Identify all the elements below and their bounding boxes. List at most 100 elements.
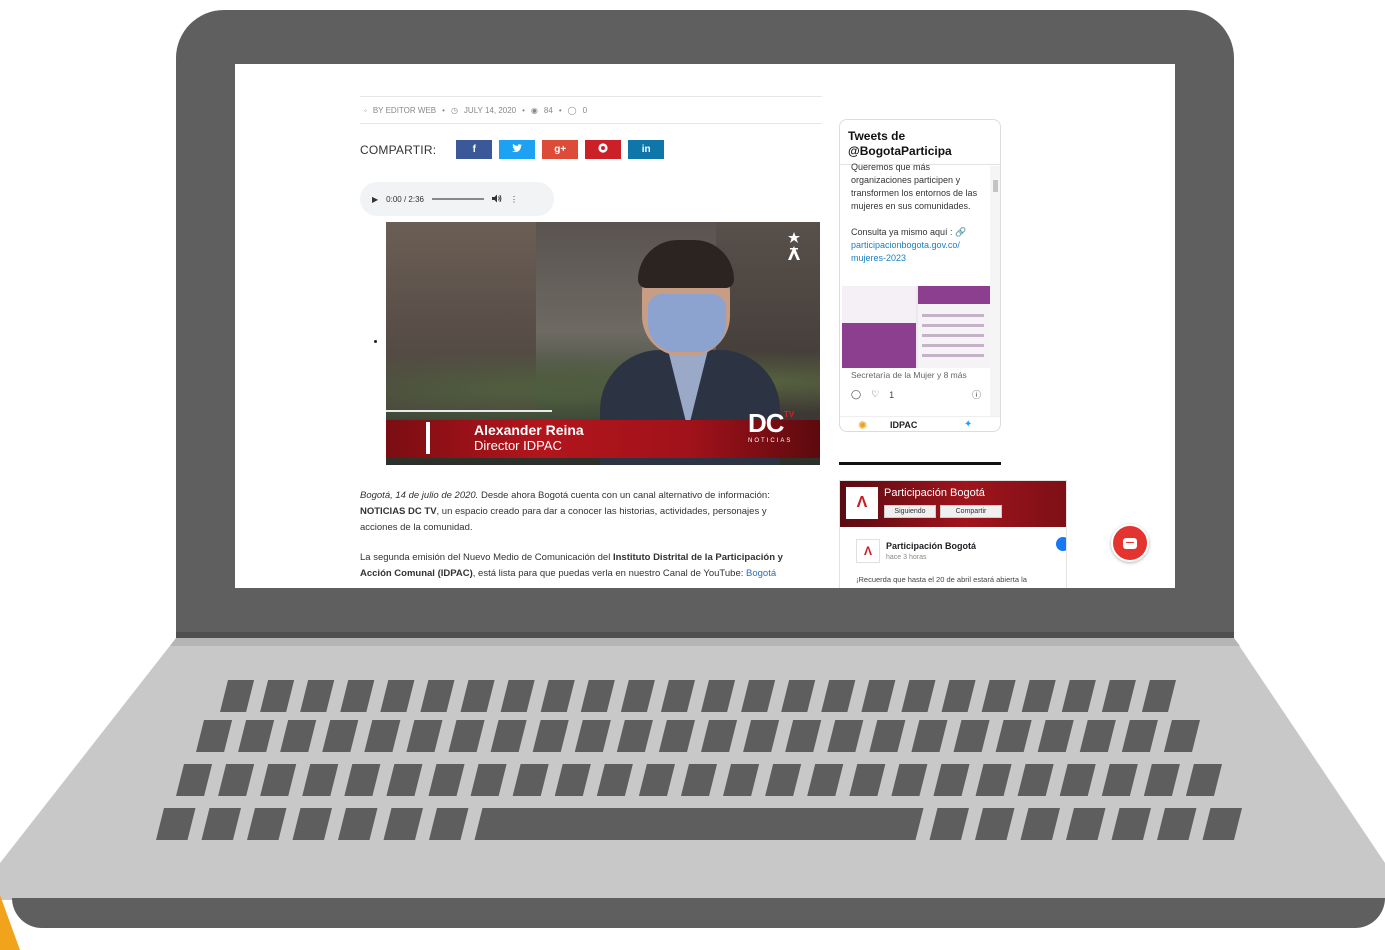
keyboard-key — [861, 680, 896, 712]
follow-button[interactable]: Siguiendo — [884, 505, 936, 518]
twitter-share-button[interactable] — [499, 140, 536, 159]
meta-separator-icon: ◦ — [364, 105, 367, 115]
keyboard-key — [260, 680, 295, 712]
presenter-name: Alexander Reina — [474, 422, 584, 438]
keyboard-key — [1020, 808, 1060, 840]
pinterest-share-button[interactable] — [585, 140, 622, 159]
meta-date: JULY 14, 2020 — [463, 105, 517, 115]
keyboard-key — [869, 720, 906, 752]
facebook-share-button[interactable]: f — [456, 140, 493, 159]
keyboard-key — [554, 764, 591, 796]
article-text: , está lista para que puedas verla en nu… — [472, 568, 747, 579]
audio-progress-track[interactable] — [431, 198, 484, 200]
keyboard-key — [701, 720, 738, 752]
chat-button[interactable] — [1111, 524, 1149, 562]
audio-player[interactable]: ▶ 0:00 / 2:36 ⋮ — [360, 182, 554, 216]
page-logo[interactable]: Λ — [846, 487, 878, 519]
like-icon[interactable]: ♡ — [871, 389, 879, 400]
tweet-link[interactable]: participacionbogota.gov.co/ mujeres-2023 — [851, 239, 981, 265]
video-player[interactable]: Alexander Reina Director IDPAC DC TV NOT… — [386, 222, 820, 465]
twitter-widget-title[interactable]: Tweets de @BogotaParticipa — [848, 129, 988, 159]
next-tweet-author[interactable]: IDPAC — [890, 420, 917, 430]
keyboard-key — [743, 720, 780, 752]
keyboard-key — [540, 680, 575, 712]
meta-author[interactable]: BY EDITOR WEB — [373, 106, 436, 115]
keyboard-key — [260, 764, 297, 796]
comment-icon: ◯ — [567, 105, 577, 115]
keyboard-key — [911, 720, 948, 752]
clock-icon: ◷ — [450, 105, 458, 115]
googleplus-icon: g+ — [554, 144, 567, 155]
dc-tv-logo-sup: TV — [784, 410, 795, 419]
keyboard-key — [1163, 720, 1200, 752]
article-paragraph: Bogotá, 14 de julio de 2020. Desde ahora… — [360, 488, 800, 536]
keyboard-key — [292, 808, 332, 840]
tweet-image-caption[interactable]: Secretaría de la Mujer y 8 más — [851, 370, 967, 380]
keyboard-key — [1101, 680, 1136, 712]
keyboard-key — [474, 808, 924, 840]
sidebar-divider — [839, 462, 1001, 465]
article-paragraph: La segunda emisión del Nuevo Medio de Co… — [360, 550, 800, 582]
keyboard-key — [380, 680, 415, 712]
keyboard-key — [638, 764, 675, 796]
tweet-image-row — [922, 334, 984, 337]
reply-icon[interactable]: ◯ — [851, 389, 861, 400]
twitter-bird-icon: ✦ — [964, 419, 973, 430]
keyboard-key — [901, 680, 936, 712]
share-page-button[interactable]: Compartir — [940, 505, 1002, 518]
facebook-widget: Λ Participación Bogotá Siguiendo Compart… — [839, 480, 1067, 588]
keyboard-key — [807, 764, 844, 796]
volume-icon[interactable] — [491, 194, 502, 205]
keyboard-key — [176, 764, 213, 796]
tweet-consult-text: Consulta ya mismo aquí : — [851, 227, 953, 237]
keyboard-key — [821, 680, 856, 712]
keyboard-key — [340, 680, 375, 712]
idpac-avatar-icon: ✺ — [858, 420, 868, 432]
meta-separator-icon: • — [442, 105, 445, 115]
keyboard-key — [933, 764, 970, 796]
keyboard-key — [781, 680, 816, 712]
post-avatar[interactable]: Λ — [856, 539, 880, 563]
post-author[interactable]: Participación Bogotá — [886, 541, 976, 551]
keyboard-key — [1037, 720, 1074, 752]
keyboard-key — [723, 764, 760, 796]
meta-separator-icon: • — [522, 105, 525, 115]
keyboard-key — [218, 764, 255, 796]
more-options-icon[interactable]: ⋮ — [510, 195, 518, 204]
keyboard-key — [322, 720, 359, 752]
scrollbar-thumb[interactable] — [993, 180, 998, 192]
keyboard-key — [616, 720, 653, 752]
keyboard-key — [460, 680, 495, 712]
keyboard-key — [849, 764, 886, 796]
keyboard-key — [302, 764, 339, 796]
facebook-page-name[interactable]: Participación Bogotá — [884, 487, 985, 499]
widget-scrollbar[interactable] — [990, 166, 1000, 416]
keyboard-key — [156, 808, 196, 840]
keyboard-key — [406, 720, 443, 752]
youtube-link[interactable]: Bogotá — [746, 568, 776, 579]
post-time[interactable]: hace 3 horas — [886, 554, 926, 561]
keyboard-key — [280, 720, 317, 752]
googleplus-share-button[interactable]: g+ — [542, 140, 579, 159]
twitter-widget: Tweets de @BogotaParticipa Queremos que … — [839, 119, 1001, 432]
dc-tv-logo: DC — [748, 408, 785, 438]
keyboard-key — [995, 720, 1032, 752]
lower-third-marker — [426, 422, 430, 454]
keyboard-key — [428, 764, 465, 796]
keyboard-key — [201, 808, 241, 840]
keyboard-key — [1111, 808, 1151, 840]
article-text: Desde ahora Bogotá cuenta con un canal a… — [478, 490, 770, 501]
play-icon[interactable]: ▶ — [372, 195, 378, 204]
linkedin-share-button[interactable]: in — [628, 140, 665, 159]
keyboard-key — [1101, 764, 1138, 796]
info-icon[interactable]: ⓘ — [972, 388, 981, 401]
share-label: COMPARTIR: — [360, 142, 437, 157]
keyboard-key — [338, 808, 378, 840]
keyboard-key — [660, 680, 695, 712]
keyboard-key — [981, 680, 1016, 712]
tweet-image-row — [922, 344, 984, 347]
meta-comments[interactable]: 0 — [583, 106, 587, 115]
tweet-image[interactable] — [842, 286, 990, 368]
pinterest-icon — [598, 143, 608, 156]
keyboard-key — [941, 680, 976, 712]
